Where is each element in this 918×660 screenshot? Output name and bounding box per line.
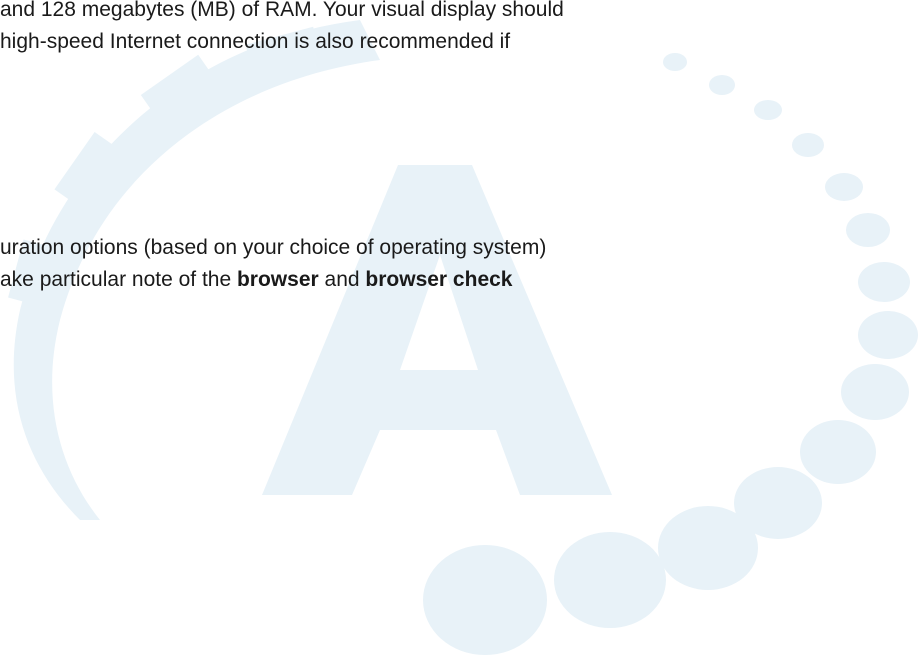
- logo-dot: [658, 506, 758, 590]
- logo-dot: [709, 75, 735, 95]
- logo-dot: [663, 53, 687, 71]
- logo-dot: [841, 364, 909, 420]
- text-fragment: and: [318, 268, 366, 291]
- text-fragment: ake particular note of the: [0, 268, 237, 291]
- text-line: high-speed Internet connection is also r…: [0, 30, 511, 53]
- text-line: uration options (based on your choice of…: [0, 236, 547, 259]
- bold-term-browser-check: browser check: [365, 268, 513, 291]
- text-line: and 128 megabytes (MB) of RAM. Your visu…: [0, 0, 564, 21]
- text-line-browser-note: ake particular note of the browser and b…: [0, 264, 546, 296]
- logo-dot: [800, 420, 876, 484]
- logo-letter-a: [262, 165, 612, 495]
- paragraph-system-requirements: and 128 megabytes (MB) of RAM. Your visu…: [0, 0, 564, 58]
- logo-dot: [423, 545, 547, 655]
- paragraph-configuration: uration options (based on your choice of…: [0, 232, 546, 296]
- logo-dot: [554, 532, 666, 628]
- document-page: and 128 megabytes (MB) of RAM. Your visu…: [0, 0, 918, 660]
- logo-dot: [858, 311, 918, 359]
- logo-dot: [754, 100, 782, 120]
- logo-dot: [825, 173, 863, 201]
- logo-dot: [846, 213, 890, 247]
- logo-watermark: [8, 20, 918, 655]
- bold-term-browser: browser: [236, 268, 319, 291]
- logo-dot: [858, 262, 910, 302]
- logo-dot: [792, 133, 824, 157]
